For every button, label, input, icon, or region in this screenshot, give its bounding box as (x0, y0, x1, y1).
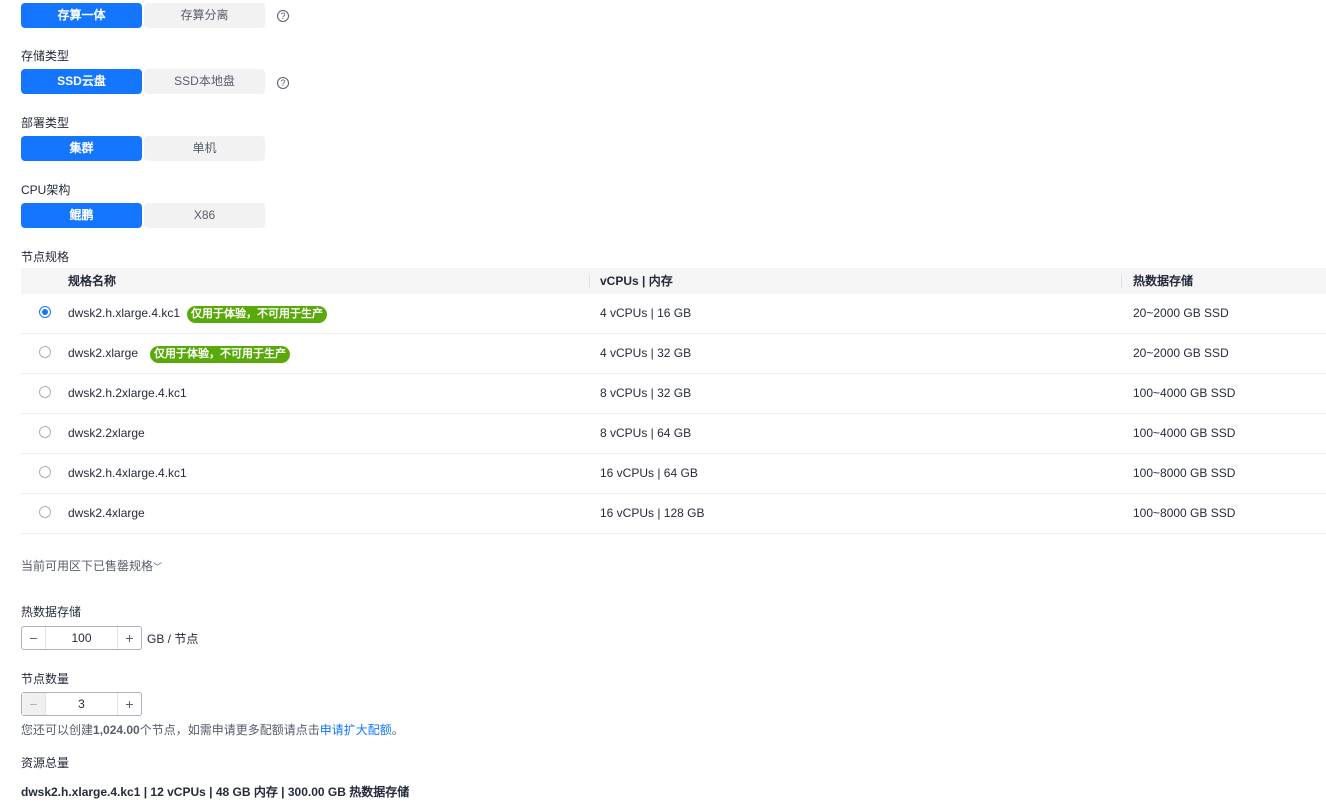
option-cluster[interactable]: 集群 (21, 136, 142, 161)
row-radio[interactable] (39, 426, 51, 438)
resource-total-label: 资源总量 (21, 756, 70, 770)
sold-out-toggle[interactable]: 当前可用区下已售罄规格﹀ (21, 557, 162, 574)
trial-only-badge: 仅用于体验，不可用于生产 (187, 306, 327, 323)
spec-hot-storage: 20~2000 GB SSD (1133, 306, 1229, 320)
table-row[interactable]: dwsk2.2xlarge 8 vCPUs | 64 GB 100~4000 GB … (21, 414, 1326, 454)
plus-icon[interactable]: + (118, 627, 141, 649)
spec-table-body: dwsk2.h.xlarge.4.kc1 仅用于体验，不可用于生产 4 vCPUs … (21, 294, 1326, 544)
resource-total-summary: dwsk2.h.xlarge.4.kc1 | 12 vCPUs | 48 GB … (21, 785, 410, 799)
hot-storage-stepper: − 100 + (21, 626, 142, 650)
apply-quota-link[interactable]: 申请扩大配额 (320, 723, 392, 737)
spec-hot-storage: 100~4000 GB SSD (1133, 426, 1236, 440)
spec-name: dwsk2.4xlarge (68, 506, 145, 520)
minus-icon[interactable]: − (22, 693, 45, 715)
node-spec-label: 节点规格 (21, 250, 70, 264)
table-row[interactable]: dwsk2.4xlarge 16 vCPUs | 128 GB 100~8000 G… (21, 494, 1326, 534)
cpu-arch-selector: 鲲鹏 X86 (21, 203, 265, 228)
row-radio[interactable] (39, 306, 51, 318)
column-spec-name: 规格名称 (68, 274, 117, 288)
storage-type-selector: SSD云盘 SSD本地盘 (21, 69, 265, 94)
trial-only-badge: 仅用于体验，不可用于生产 (150, 346, 290, 363)
hot-storage-label: 热数据存储 (21, 605, 82, 619)
deploy-type-selector: 集群 单机 (21, 136, 265, 161)
option-ssd-local-disk[interactable]: SSD本地盘 (144, 69, 265, 94)
spec-vcpu-memory: 4 vCPUs | 16 GB (600, 306, 692, 320)
help-icon[interactable]: ? (277, 10, 289, 22)
quota-hint-prefix: 您还可以创建 (21, 723, 94, 737)
node-count-stepper: − 3 + (21, 692, 142, 716)
hot-storage-input[interactable]: 100 (45, 627, 118, 649)
option-single-node[interactable]: 单机 (144, 136, 265, 161)
sold-out-label: 当前可用区下已售罄规格 (21, 559, 154, 573)
node-count-input[interactable]: 3 (45, 693, 118, 715)
architecture-selector: 存算一体 存算分离 (21, 3, 265, 28)
plus-icon[interactable]: + (118, 693, 141, 715)
spec-name: dwsk2.2xlarge (68, 426, 145, 440)
storage-type-label: 存储类型 (21, 49, 70, 63)
spec-hot-storage: 20~2000 GB SSD (1133, 346, 1229, 360)
spec-table: 规格名称 vCPUs | 内存 热数据存储 dwsk2.h.xlarge.4.k… (21, 268, 1326, 544)
spec-vcpu-memory: 4 vCPUs | 32 GB (600, 346, 692, 360)
quota-count: 1,024.00 (93, 723, 140, 737)
spec-name: dwsk2.h.2xlarge.4.kc1 (68, 386, 187, 400)
column-hot-storage: 热数据存储 (1133, 274, 1194, 288)
spec-vcpu-memory: 32 vCPUs | 128 GB (600, 534, 705, 544)
row-radio[interactable] (39, 386, 51, 398)
option-compute-storage-separated[interactable]: 存算分离 (144, 3, 265, 28)
help-icon[interactable]: ? (277, 77, 289, 89)
minus-icon[interactable]: − (22, 627, 45, 649)
spec-vcpu-memory: 8 vCPUs | 64 GB (600, 426, 692, 440)
spec-name: dwsk2.h.8xlarge.4.kc1 (68, 534, 187, 544)
deploy-type-label: 部署类型 (21, 116, 70, 130)
spec-table-header: 规格名称 vCPUs | 内存 热数据存储 (21, 268, 1326, 294)
chevron-down-icon: ﹀ (153, 562, 163, 572)
spec-name: dwsk2.h.4xlarge.4.kc1 (68, 466, 187, 480)
quota-hint-suffix: 。 (391, 723, 404, 737)
spec-hot-storage: 100~8000 GB SSD (1133, 506, 1236, 520)
column-divider (1121, 275, 1122, 288)
node-count-label: 节点数量 (21, 672, 70, 686)
column-vcpu-memory: vCPUs | 内存 (600, 274, 673, 288)
option-x86[interactable]: X86 (144, 203, 265, 228)
cpu-arch-label: CPU架构 (21, 183, 71, 197)
spec-vcpu-memory: 16 vCPUs | 128 GB (600, 506, 705, 520)
spec-vcpu-memory: 16 vCPUs | 64 GB (600, 466, 698, 480)
spec-name: dwsk2.h.xlarge.4.kc1 (68, 306, 181, 320)
row-radio[interactable] (39, 506, 51, 518)
spec-vcpu-memory: 8 vCPUs | 32 GB (600, 386, 692, 400)
column-divider (589, 275, 590, 288)
row-radio[interactable] (39, 466, 51, 478)
table-row[interactable]: dwsk2.h.2xlarge.4.kc1 8 vCPUs | 32 GB 100~… (21, 374, 1326, 414)
table-row[interactable]: dwsk2.h.xlarge.4.kc1 仅用于体验，不可用于生产 4 vCPUs … (21, 294, 1326, 334)
spec-hot-storage: 100~8000 GB SSD (1133, 466, 1236, 480)
table-row[interactable]: dwsk2.h.8xlarge.4.kc1 32 vCPUs | 128 GB 10… (21, 534, 1326, 544)
option-kunpeng[interactable]: 鲲鹏 (21, 203, 142, 228)
table-row[interactable]: dwsk2.h.4xlarge.4.kc1 16 vCPUs | 64 GB 100… (21, 454, 1326, 494)
option-ssd-cloud-disk[interactable]: SSD云盘 (21, 69, 142, 94)
row-radio[interactable] (39, 346, 51, 358)
hot-storage-unit: GB / 节点 (147, 632, 199, 646)
spec-name: dwsk2.xlarge (68, 346, 139, 360)
spec-hot-storage: 100~16000 GB SSD (1133, 534, 1242, 544)
quota-hint: 您还可以创建1,024.00个节点，如需申请更多配额请点击申请扩大配额。 (21, 721, 404, 738)
spec-hot-storage: 100~4000 GB SSD (1133, 386, 1236, 400)
quota-hint-mid: 个节点，如需申请更多配额请点击 (139, 723, 320, 737)
option-compute-storage-integrated[interactable]: 存算一体 (21, 3, 142, 28)
table-row[interactable]: dwsk2.xlarge 仅用于体验，不可用于生产 4 vCPUs | 32 GB 2… (21, 334, 1326, 374)
